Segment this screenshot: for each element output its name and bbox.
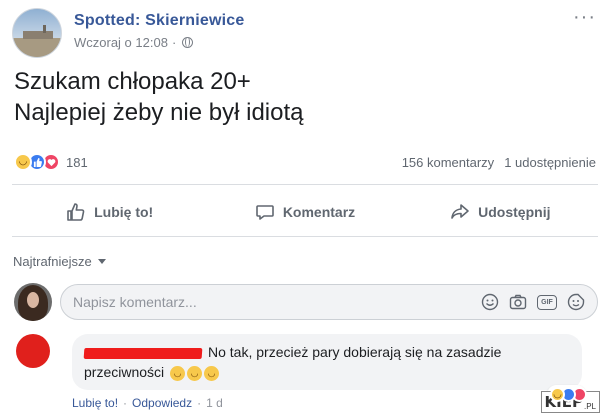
comment-reply-link[interactable]: Odpowiedz xyxy=(132,396,192,410)
commenter-name-redacted[interactable] xyxy=(83,347,203,359)
haha-icon[interactable]: ◡ xyxy=(14,153,32,171)
share-button-label: Udostępnij xyxy=(478,204,551,220)
comment-bubble-icon xyxy=(256,205,274,220)
post-header: Spotted: Skierniewice Wczoraj o 12:08 · xyxy=(12,8,244,58)
laughing-emoji-icon: ◡ xyxy=(204,365,220,381)
more-options-icon[interactable]: ··· xyxy=(573,6,596,29)
sticker-icon[interactable] xyxy=(567,293,585,311)
post-text-line-1: Szukam chłopaka 20+ xyxy=(14,68,251,95)
thumbs-up-icon xyxy=(67,203,85,221)
globe-icon xyxy=(182,37,194,48)
comment-input-box[interactable]: GIF xyxy=(60,284,598,320)
reactions-summary: ◡ 181 156 komentarzy 1 udostępnienie xyxy=(14,150,596,174)
current-user-avatar[interactable] xyxy=(14,283,52,321)
post-meta: Wczoraj o 12:08 · xyxy=(74,35,244,50)
caret-down-icon xyxy=(97,259,106,264)
comment-button[interactable]: Komentarz xyxy=(207,192,402,232)
comment-like-link[interactable]: Lubię to! xyxy=(72,396,118,410)
meta-separator: · xyxy=(171,35,177,50)
shares-count[interactable]: 1 udostępnienie xyxy=(504,155,596,170)
post-stats: 156 komentarzy 1 udostępnienie xyxy=(402,155,596,170)
share-arrow-icon xyxy=(451,204,469,219)
comment-sort-dropdown[interactable]: Najtrafniejsze xyxy=(13,254,106,269)
composer-icons: GIF xyxy=(481,293,585,311)
like-button[interactable]: Lubię to! xyxy=(12,192,207,232)
emoji-icon[interactable] xyxy=(481,293,499,311)
haha-icon: ◡ xyxy=(550,387,565,402)
camera-icon[interactable] xyxy=(509,293,527,311)
post-timestamp[interactable]: Wczoraj o 12:08 xyxy=(74,35,168,50)
divider-bottom xyxy=(12,236,598,237)
gif-icon[interactable]: GIF xyxy=(537,294,557,310)
comment-button-label: Komentarz xyxy=(282,204,356,220)
watermark-suffix: .PL xyxy=(583,402,596,411)
comment-action-separator: · xyxy=(197,396,202,410)
comment-time[interactable]: 1 d xyxy=(206,396,223,410)
divider-top xyxy=(12,184,598,185)
post-text: Szukam chłopaka 20+ Najlepiej żeby nie b… xyxy=(14,66,304,128)
comment-actions: Lubię to! · Odpowiedz · 1 d xyxy=(72,396,223,410)
like-button-label: Lubię to! xyxy=(94,204,154,220)
comment-action-separator: · xyxy=(123,396,128,410)
laughing-emoji-icon: ◡ xyxy=(170,365,186,381)
page-name-link[interactable]: Spotted: Skierniewice xyxy=(74,12,244,30)
comment-item: No tak, przecież pary dobierają się na z… xyxy=(16,334,587,404)
comment-composer: GIF xyxy=(14,282,598,322)
share-button[interactable]: Udostępnij xyxy=(403,192,598,232)
post-header-text: Spotted: Skierniewice Wczoraj o 12:08 · xyxy=(74,12,244,50)
page-avatar[interactable] xyxy=(12,8,62,58)
post-text-line-2: Najlepiej żeby nie był idiotą xyxy=(14,99,304,126)
post-actions: Lubię to! Komentarz Udostępnij xyxy=(12,192,598,232)
comment-bubble: No tak, przecież pary dobierają się na z… xyxy=(72,334,587,404)
comment-sort-label: Najtrafniejsze xyxy=(13,254,92,269)
commenter-avatar-redacted[interactable] xyxy=(16,334,50,368)
comment-input[interactable] xyxy=(73,294,481,310)
laughing-emoji-icon: ◡ xyxy=(187,365,203,381)
comments-count[interactable]: 156 komentarzy xyxy=(402,155,495,170)
reaction-count[interactable]: 181 xyxy=(66,155,88,170)
